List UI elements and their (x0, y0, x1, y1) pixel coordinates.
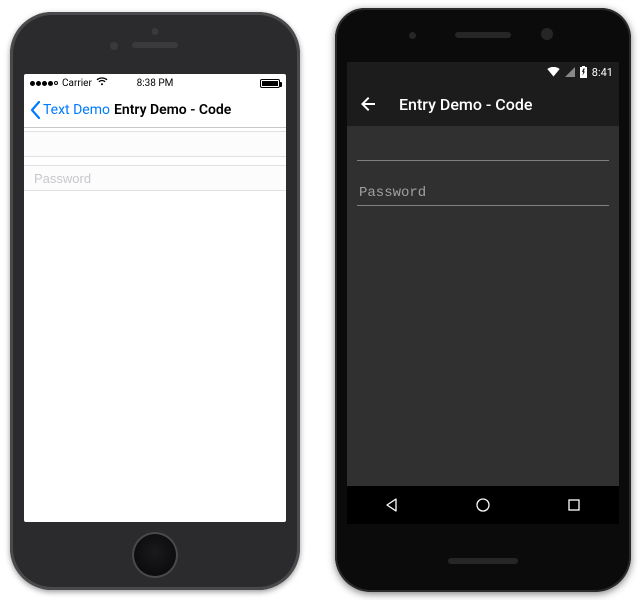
android-sensor (409, 32, 416, 39)
cellular-icon (565, 67, 575, 77)
nav-home-button[interactable] (475, 497, 491, 513)
android-chin-speaker (448, 558, 518, 564)
back-button[interactable]: Text Demo (30, 101, 110, 119)
arrow-left-icon (359, 95, 377, 113)
android-content (347, 126, 619, 232)
back-label: Text Demo (43, 102, 110, 118)
nav-recent-button[interactable] (566, 497, 582, 513)
password-entry-field[interactable] (357, 179, 609, 206)
iphone-device-frame: Carrier 8:38 PM Text Demo Entry (10, 12, 300, 590)
android-app-bar: Entry Demo - Code (347, 82, 619, 126)
password-entry-field[interactable] (24, 165, 286, 191)
home-button[interactable] (132, 532, 178, 578)
iphone-sensor (152, 28, 159, 35)
back-button[interactable] (359, 95, 377, 113)
ios-navigation-bar: Text Demo Entry Demo - Code (24, 92, 286, 128)
page-title: Entry Demo - Code (114, 102, 231, 118)
iphone-screen: Carrier 8:38 PM Text Demo Entry (24, 74, 286, 522)
battery-icon (580, 66, 587, 78)
battery-icon (260, 79, 280, 88)
wifi-icon (547, 67, 560, 77)
android-screen: 8:41 Entry Demo - Code (347, 62, 619, 524)
android-device-frame: 8:41 Entry Demo - Code (335, 8, 631, 592)
android-earpiece (455, 32, 511, 38)
android-status-bar: 8:41 (347, 62, 619, 82)
text-entry-field[interactable] (24, 131, 286, 157)
ios-status-bar: Carrier 8:38 PM (24, 74, 286, 92)
nav-back-button[interactable] (384, 497, 400, 513)
text-entry-field[interactable] (357, 134, 609, 161)
clock-label: 8:38 PM (137, 78, 174, 89)
ios-content (24, 128, 286, 191)
chevron-left-icon (30, 101, 41, 119)
android-camera (541, 28, 553, 40)
android-navigation-bar (347, 486, 619, 524)
iphone-earpiece (132, 42, 178, 48)
clock-label: 8:41 (592, 66, 613, 79)
iphone-camera (110, 42, 118, 50)
page-title: Entry Demo - Code (399, 95, 532, 114)
